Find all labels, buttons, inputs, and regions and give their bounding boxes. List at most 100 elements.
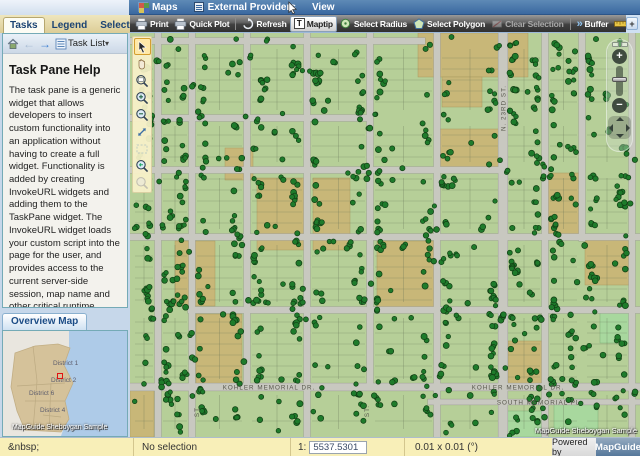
pan-tool[interactable] <box>134 55 151 72</box>
dashed-box-icon <box>136 144 148 153</box>
tree-dot <box>448 34 455 40</box>
menu-external-providers[interactable]: External Providers <box>193 2 296 13</box>
pan-control[interactable] <box>608 116 631 139</box>
tree-dot <box>175 46 182 52</box>
zoom-slider[interactable] <box>612 66 627 96</box>
tree-dot <box>572 334 579 342</box>
tree-dot <box>142 231 149 237</box>
forward-button[interactable]: → <box>39 38 51 50</box>
select-polygon-button[interactable]: Select Polygon <box>410 16 488 32</box>
tree-dot <box>509 315 516 321</box>
tree-dot <box>376 130 383 137</box>
next-view-tool[interactable] <box>134 174 151 191</box>
tree-dot <box>347 239 354 246</box>
tree-dot <box>201 64 208 71</box>
measure-button[interactable]: Measure <box>611 16 626 32</box>
zoom-out-tool[interactable] <box>134 106 151 123</box>
tree-dot <box>299 285 306 292</box>
tree-dot <box>179 142 186 149</box>
zoom-window-icon <box>136 74 149 87</box>
tab-legend[interactable]: Legend <box>46 18 94 33</box>
quick-plot-button[interactable]: Quick Plot <box>171 16 232 32</box>
zoom-slider-handle[interactable] <box>612 77 627 82</box>
buffer-button[interactable]: » Buffer <box>574 16 612 32</box>
toolbar-overflow-button[interactable]: + <box>626 17 638 30</box>
menu-view[interactable]: View <box>312 2 335 13</box>
powered-by-label: Powered by <box>552 437 596 456</box>
tree-dot <box>166 214 174 221</box>
zoom-in-button[interactable]: + <box>612 49 627 64</box>
tree-dot <box>617 405 623 411</box>
tree-dot <box>565 57 572 64</box>
tree-dot <box>367 280 375 287</box>
tree-dot <box>144 335 150 341</box>
tree-dot <box>163 298 170 305</box>
tree-dot <box>548 106 556 114</box>
tree-dot <box>197 84 204 90</box>
tree-dot <box>371 392 378 399</box>
top-bar-spacer <box>0 0 129 15</box>
previous-view-tool[interactable] <box>134 157 151 174</box>
select-radius-button[interactable]: Select Radius <box>337 16 410 32</box>
tree-dot <box>534 211 542 218</box>
initial-extent-tool[interactable] <box>134 123 151 140</box>
maptip-button[interactable]: T Maptip <box>289 15 337 32</box>
tree-dot <box>389 145 396 152</box>
tree-dot <box>161 86 168 93</box>
overview-extent-box[interactable] <box>57 373 63 379</box>
tab-tasks[interactable]: Tasks <box>3 17 45 33</box>
zoom-out-button[interactable]: − <box>612 98 627 113</box>
tree-dot <box>131 225 138 232</box>
navigator-mini-buttons[interactable] <box>611 42 628 47</box>
tree-dot <box>320 107 328 114</box>
tree-dot <box>631 388 639 396</box>
task-list-dropdown[interactable]: Task List ▾ <box>55 38 109 50</box>
scale-input[interactable] <box>309 440 368 454</box>
tree-dot <box>289 194 295 200</box>
tree-dot <box>426 245 433 252</box>
menu-maps[interactable]: Maps <box>138 2 178 13</box>
tree-dot <box>506 249 513 256</box>
home-button[interactable] <box>7 38 19 50</box>
tree-dot <box>580 344 587 352</box>
mapguide-logo[interactable]: MapGuide <box>595 438 640 456</box>
tree-dot <box>144 245 150 252</box>
tree-dot <box>468 139 475 146</box>
tree-dot <box>586 66 594 73</box>
tree-dot <box>375 379 381 385</box>
street <box>130 37 425 45</box>
map-viewport[interactable]: KOHLER MEMORIAL DR. KOHLER MEMORIAL DR. … <box>130 33 640 437</box>
tree-dot <box>253 146 259 152</box>
tree-dot <box>233 165 241 173</box>
map-canvas[interactable]: KOHLER MEMORIAL DR. KOHLER MEMORIAL DR. … <box>130 33 640 437</box>
tree-dot <box>381 201 389 209</box>
tree-dot <box>165 380 172 387</box>
zoom-rectangle-tool[interactable] <box>134 72 151 89</box>
tree-dot <box>280 281 286 287</box>
tree-dot <box>513 40 520 46</box>
zoom-selection-tool[interactable] <box>134 140 151 157</box>
tree-dot <box>488 312 494 319</box>
back-button[interactable]: ← <box>23 38 35 50</box>
zoom-in-tool[interactable] <box>134 89 151 106</box>
clear-selection-button[interactable]: Clear Selection <box>488 16 566 32</box>
tree-dot <box>356 294 363 302</box>
tree-dot <box>251 274 257 280</box>
tree-dot <box>174 263 181 271</box>
tree-dot <box>319 297 326 305</box>
select-tool[interactable] <box>133 38 151 55</box>
refresh-button[interactable]: Refresh <box>239 16 289 32</box>
tree-dot <box>488 345 496 352</box>
tree-dot <box>275 428 282 434</box>
overview-map[interactable]: District 1 District 2 District 6 Distric… <box>2 330 128 437</box>
tree-dot <box>442 319 448 325</box>
street-label-kohler-left: KOHLER MEMORIAL DR. <box>223 385 316 392</box>
overview-map-tab[interactable]: Overview Map <box>2 313 88 330</box>
tree-dot <box>296 336 303 342</box>
print-button[interactable]: Print <box>132 16 171 32</box>
tree-dot <box>150 315 157 322</box>
tree-dot <box>538 316 545 323</box>
tree-dot <box>479 223 487 231</box>
tree-dot <box>570 257 576 264</box>
tree-dot <box>293 321 300 329</box>
